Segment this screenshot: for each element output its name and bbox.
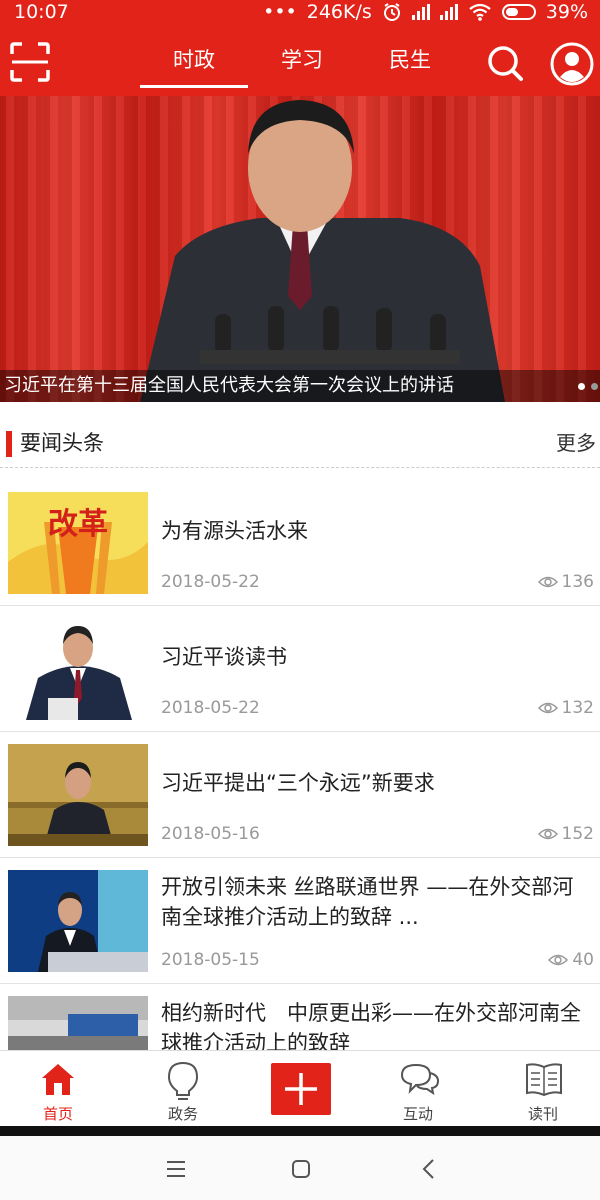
news-list: 改革 为有源头活水来 2018-05-22 136 习近平谈读书 2018-05… <box>0 480 600 1110</box>
carousel-dot <box>591 383 598 390</box>
bulb-icon <box>167 1061 199 1100</box>
eye-icon <box>537 702 558 714</box>
tab-minsheng[interactable]: 民生 <box>356 24 464 96</box>
tab-shizheng[interactable]: 时政 <box>140 24 248 96</box>
news-title: 相约新时代 中原更出彩——在外交部河南全球推介活动上的致辞 <box>161 1001 581 1055</box>
news-title: 为有源头活水来 <box>161 519 308 543</box>
news-thumbnail <box>8 618 148 720</box>
nav-zhengwu[interactable]: 政务 <box>133 1051 233 1127</box>
view-count-value: 40 <box>572 950 594 970</box>
plus-icon <box>285 1073 317 1105</box>
home-icon <box>42 1064 74 1095</box>
system-nav-bar <box>0 1136 600 1200</box>
battery-icon <box>501 4 536 20</box>
section-accent-bar <box>6 431 12 457</box>
news-date: 2018-05-16 <box>161 824 260 844</box>
view-count: 132 <box>537 698 594 718</box>
banner-carousel[interactable]: 习近平在第十三届全国人民代表大会第一次会议上的讲话 <box>0 96 600 402</box>
view-count: 136 <box>537 572 594 592</box>
news-item-1[interactable]: 改革 为有源头活水来 2018-05-22 136 <box>0 480 600 606</box>
status-bar: 10:07 ••• 246K/s 39% <box>0 0 600 24</box>
back-icon[interactable] <box>418 1158 440 1180</box>
news-title: 开放引领未来 丝路联通世界 ——在外交部河南全球推介活动上的致辞 ... <box>161 875 574 929</box>
news-date: 2018-05-15 <box>161 950 260 970</box>
add-button[interactable] <box>271 1063 331 1115</box>
eye-icon <box>537 576 558 588</box>
bottom-nav: 首页 政务 互动 读刊 <box>0 1050 600 1126</box>
alarm-icon <box>383 3 400 21</box>
user-icon[interactable] <box>550 42 594 86</box>
news-thumbnail <box>8 744 148 846</box>
eye-icon <box>548 954 569 966</box>
news-item-4[interactable]: 开放引领未来 丝路联通世界 ——在外交部河南全球推介活动上的致辞 ... 201… <box>0 858 600 984</box>
app-screen: 10:07 ••• 246K/s 39% 时政 学习 民生 习近平在第十三届全国… <box>0 0 600 1200</box>
carousel-dot-active <box>578 383 585 390</box>
section-header: 要闻头条 更多 <box>0 418 600 468</box>
view-count-value: 132 <box>561 698 594 718</box>
news-date: 2018-05-22 <box>161 698 260 718</box>
eye-icon <box>537 828 558 840</box>
book-icon <box>526 1063 562 1097</box>
news-date: 2018-05-22 <box>161 572 260 592</box>
status-right: ••• 246K/s 39% <box>263 0 588 24</box>
carousel-indicator <box>578 383 598 390</box>
view-count: 40 <box>548 950 594 970</box>
wifi-icon <box>469 3 491 21</box>
news-thumbnail: 改革 <box>8 492 148 594</box>
search-icon[interactable] <box>486 44 524 82</box>
battery-level: 39% <box>545 1 588 23</box>
home-square-icon[interactable] <box>290 1158 312 1180</box>
nav-label: 首页 <box>42 1105 73 1123</box>
menu-icon[interactable] <box>165 1158 187 1180</box>
banner-caption[interactable]: 习近平在第十三届全国人民代表大会第一次会议上的讲话 <box>4 374 454 398</box>
news-thumbnail <box>8 870 148 972</box>
nav-hudong[interactable]: 互动 <box>368 1051 468 1127</box>
nav-label: 读刊 <box>527 1105 558 1123</box>
chat-icon <box>400 1063 440 1096</box>
nav-dukan[interactable]: 读刊 <box>493 1051 593 1127</box>
speaker-figure <box>140 100 505 402</box>
news-item-2[interactable]: 习近平谈读书 2018-05-22 132 <box>0 606 600 732</box>
status-dots: ••• <box>263 1 297 23</box>
view-count-value: 136 <box>561 572 594 592</box>
thumb-text: 改革 <box>48 507 108 542</box>
section-title: 要闻头条 <box>20 431 104 455</box>
news-item-3[interactable]: 习近平提出“三个永远”新要求 2018-05-16 152 <box>0 732 600 858</box>
status-time: 10:07 <box>14 1 69 23</box>
network-speed: 246K/s <box>306 1 372 23</box>
news-title: 习近平提出“三个永远”新要求 <box>161 771 435 795</box>
news-title: 习近平谈读书 <box>161 645 287 669</box>
view-count: 152 <box>537 824 594 844</box>
nav-label: 互动 <box>402 1105 433 1123</box>
view-count-value: 152 <box>561 824 594 844</box>
app-header: 时政 学习 民生 <box>0 24 600 96</box>
scan-icon[interactable] <box>10 42 50 82</box>
signal-icon-2 <box>439 4 458 20</box>
screen-edge <box>0 1126 600 1136</box>
signal-icon <box>411 4 430 20</box>
nav-home[interactable]: 首页 <box>8 1051 108 1127</box>
channel-tabs: 时政 学习 民生 <box>140 24 464 96</box>
more-link[interactable]: 更多 <box>556 428 596 458</box>
tab-xuexi[interactable]: 学习 <box>248 24 356 96</box>
nav-label: 政务 <box>167 1105 198 1123</box>
